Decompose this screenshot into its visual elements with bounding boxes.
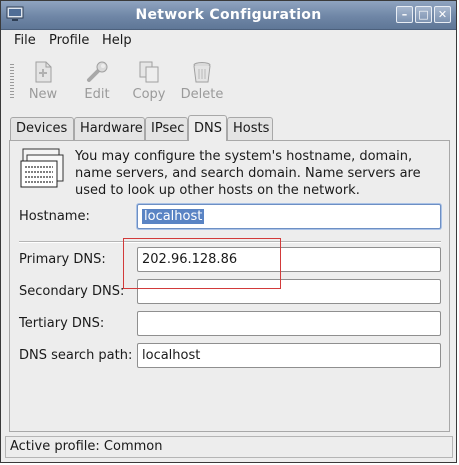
dns-search-path-value: localhost bbox=[142, 348, 201, 363]
edit-button[interactable]: Edit bbox=[74, 57, 120, 103]
minimize-button[interactable]: – bbox=[396, 6, 413, 23]
toolbar-grip[interactable] bbox=[10, 64, 14, 98]
delete-button[interactable]: Delete bbox=[179, 57, 225, 103]
primary-dns-label: Primary DNS: bbox=[19, 252, 106, 267]
title-bar[interactable]: Network Configuration – □ ✕ bbox=[1, 1, 456, 30]
tab-bar: Devices Hardware IPsec DNS Hosts bbox=[1, 115, 456, 141]
menu-profile-label: Profile bbox=[49, 33, 90, 48]
tab-dns[interactable]: DNS bbox=[188, 115, 227, 141]
wrench-icon bbox=[87, 61, 108, 82]
copy-button[interactable]: Copy bbox=[126, 57, 172, 103]
new-button[interactable]: New bbox=[20, 57, 66, 103]
tab-dns-label: DNS bbox=[194, 121, 222, 136]
edit-label: Edit bbox=[84, 87, 110, 102]
highlight-annotation-box bbox=[123, 238, 281, 289]
tertiary-dns-field[interactable] bbox=[137, 311, 441, 336]
window-title: Network Configuration bbox=[135, 7, 322, 23]
tab-hardware[interactable]: Hardware bbox=[74, 117, 145, 140]
dns-search-path-field[interactable]: localhost bbox=[137, 343, 441, 368]
status-bar: Active profile: Common bbox=[5, 436, 453, 458]
tertiary-dns-label: Tertiary DNS: bbox=[19, 316, 105, 331]
new-label: New bbox=[28, 87, 58, 102]
toolbar: New Edit Copy Delete bbox=[1, 53, 456, 109]
tab-ipsec-label: IPsec bbox=[151, 121, 185, 136]
dns-info-text: You may configure the system's hostname,… bbox=[75, 149, 421, 198]
tab-hardware-label: Hardware bbox=[80, 121, 143, 136]
dns-address-list-icon bbox=[20, 148, 64, 188]
copy-label: Copy bbox=[132, 87, 166, 102]
network-configuration-window: Network Configuration – □ ✕ File Profile… bbox=[0, 0, 457, 463]
new-document-icon bbox=[35, 61, 52, 83]
tab-devices-label: Devices bbox=[16, 121, 68, 136]
tab-devices[interactable]: Devices bbox=[10, 117, 74, 140]
maximize-icon: □ bbox=[418, 8, 429, 21]
close-icon: ✕ bbox=[437, 8, 448, 21]
menu-bar: File Profile Help bbox=[1, 30, 456, 52]
close-button[interactable]: ✕ bbox=[434, 6, 451, 23]
trash-icon bbox=[193, 62, 211, 83]
tab-ipsec[interactable]: IPsec bbox=[145, 117, 188, 140]
secondary-dns-label: Secondary DNS: bbox=[19, 284, 125, 299]
hostname-label: Hostname: bbox=[19, 209, 90, 224]
maximize-button[interactable]: □ bbox=[415, 6, 432, 23]
hostname-value: localhost bbox=[142, 209, 205, 224]
menu-file-label: File bbox=[14, 33, 36, 48]
menu-profile[interactable]: Profile bbox=[49, 33, 89, 48]
tab-hosts-label: Hosts bbox=[233, 121, 270, 136]
menu-help[interactable]: Help bbox=[102, 33, 132, 48]
copy-icon bbox=[139, 61, 159, 83]
tab-hosts[interactable]: Hosts bbox=[227, 117, 273, 140]
menu-help-label: Help bbox=[102, 33, 132, 48]
delete-label: Delete bbox=[180, 87, 224, 102]
dns-search-path-label: DNS search path: bbox=[19, 348, 133, 363]
menu-file[interactable]: File bbox=[14, 33, 36, 48]
hostname-field[interactable]: localhost bbox=[137, 204, 441, 229]
active-profile-status: Active profile: Common bbox=[10, 439, 163, 454]
minimize-icon: – bbox=[401, 8, 408, 21]
